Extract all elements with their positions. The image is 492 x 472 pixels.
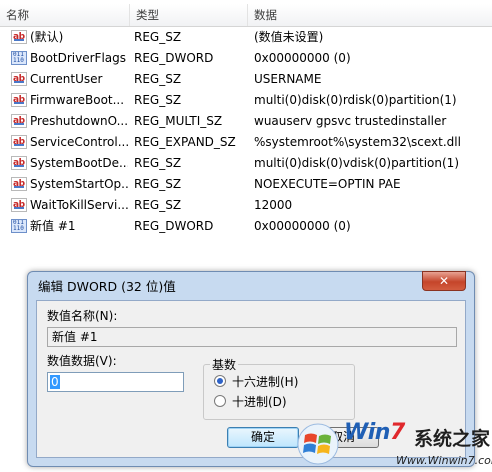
value-name: PreshutdownO... [30, 114, 128, 128]
value-type: REG_DWORD [134, 219, 214, 233]
windows-logo-icon [297, 423, 339, 465]
value-data: %systemroot%\system32\scext.dll [254, 135, 461, 149]
value-data-label: 数值数据(V): [47, 354, 117, 368]
value-name: ServiceControl... [30, 135, 128, 149]
value-data: 12000 [254, 198, 293, 212]
string-value-icon: ab [11, 30, 27, 44]
value-name: CurrentUser [30, 72, 103, 86]
value-type: REG_DWORD [134, 51, 214, 65]
value-name: 新值 #1 [30, 219, 76, 233]
hex-radio[interactable] [214, 375, 226, 387]
watermark-url: Www.Winwin7.com [396, 454, 492, 467]
base-group-title: 基数 [210, 356, 239, 373]
ok-button[interactable]: 确定 [227, 427, 299, 448]
watermark-brand-cn: 系统之家 [414, 428, 491, 450]
close-button[interactable]: ✕ [422, 271, 466, 291]
column-header-type[interactable]: 类型 [130, 4, 248, 26]
value-data: 0x00000000 (0) [254, 219, 351, 233]
value-name: SystemStartOp... [30, 177, 128, 191]
value-type: REG_SZ [134, 198, 182, 212]
registry-value-row[interactable]: ab ServiceControl... REG_EXPAND_SZ %systemr… [0, 132, 492, 153]
dec-radio-label[interactable]: 十进制(D) [232, 393, 287, 410]
value-data: USERNAME [254, 72, 322, 86]
registry-value-row[interactable]: ab SystemBootDe... REG_SZ multi(0)disk(0)vd… [0, 153, 492, 174]
dialog-title: 编辑 DWORD (32 位)值 [38, 279, 176, 294]
value-type: REG_MULTI_SZ [134, 114, 223, 128]
value-name: BootDriverFlags [30, 51, 127, 65]
value-type: REG_SZ [134, 177, 182, 191]
binary-value-icon: 011 110 [11, 219, 27, 233]
registry-value-row[interactable]: ab SystemStartOp... REG_SZ NOEXECUTE=OPTIN… [0, 174, 492, 195]
list-header: 名称 类型 数据 [0, 4, 492, 27]
registry-value-row[interactable]: 011 110 BootDriverFlags REG_DWORD 0x0000000… [0, 48, 492, 69]
column-header-name[interactable]: 名称 [0, 4, 130, 26]
string-value-icon: ab [11, 177, 27, 191]
value-name: (默认) [30, 30, 64, 44]
value-data: multi(0)disk(0)rdisk(0)partition(1) [254, 93, 457, 107]
watermark: Win7 系统之家 Www.Winwin7.com [296, 418, 492, 472]
column-header-data[interactable]: 数据 [248, 4, 492, 26]
registry-value-row[interactable]: 011 110 新值 #1 REG_DWORD 0x00000000 (0) [0, 216, 492, 237]
string-value-icon: ab [11, 156, 27, 170]
watermark-brand-a: Win [344, 420, 390, 445]
registry-value-row[interactable]: ab WaitToKillServi... REG_SZ 12000 [0, 195, 492, 216]
string-value-icon: ab [11, 135, 27, 149]
value-data: 0x00000000 (0) [254, 51, 351, 65]
value-name: WaitToKillServi... [30, 198, 128, 212]
value-name-label: 数值名称(N): [47, 309, 118, 323]
registry-value-row[interactable]: ab FirmwareBoot... REG_SZ multi(0)disk(0)rd… [0, 90, 492, 111]
string-value-icon: ab [11, 72, 27, 86]
dec-radio[interactable] [214, 395, 226, 407]
registry-value-row[interactable]: ab CurrentUser REG_SZ USERNAME [0, 69, 492, 90]
value-type: REG_EXPAND_SZ [134, 135, 236, 149]
watermark-brand-b: 7 [389, 420, 405, 445]
value-name-field: 新值 #1 [47, 327, 457, 347]
value-type: REG_SZ [134, 93, 182, 107]
value-type: REG_SZ [134, 72, 182, 86]
value-data-text: 0 [50, 375, 60, 389]
value-data: NOEXECUTE=OPTIN PAE [254, 177, 401, 191]
close-icon: ✕ [438, 274, 450, 288]
value-name: SystemBootDe... [30, 156, 128, 170]
watermark-brand: Win7 [344, 420, 405, 445]
value-data: multi(0)disk(0)vdisk(0)partition(1) [254, 156, 459, 170]
value-data: (数值未设置) [254, 30, 324, 44]
value-name: FirmwareBoot... [30, 93, 125, 107]
registry-value-row[interactable]: ab PreshutdownO... REG_MULTI_SZ wuauserv gp… [0, 111, 492, 132]
value-data-input[interactable]: 0 [47, 372, 184, 392]
hex-radio-label[interactable]: 十六进制(H) [232, 373, 298, 390]
value-data: wuauserv gpsvc trustedinstaller [254, 114, 447, 128]
binary-value-icon: 011 110 [11, 51, 27, 65]
base-group: 基数 十六进制(H) 十进制(D) [203, 356, 355, 420]
string-value-icon: ab [11, 198, 27, 212]
value-type: REG_SZ [134, 156, 182, 170]
string-value-icon: ab [11, 114, 27, 128]
value-type: REG_SZ [134, 30, 182, 44]
string-value-icon: ab [11, 93, 27, 107]
registry-value-row[interactable]: ab (默认) REG_SZ (数值未设置) [0, 27, 492, 48]
